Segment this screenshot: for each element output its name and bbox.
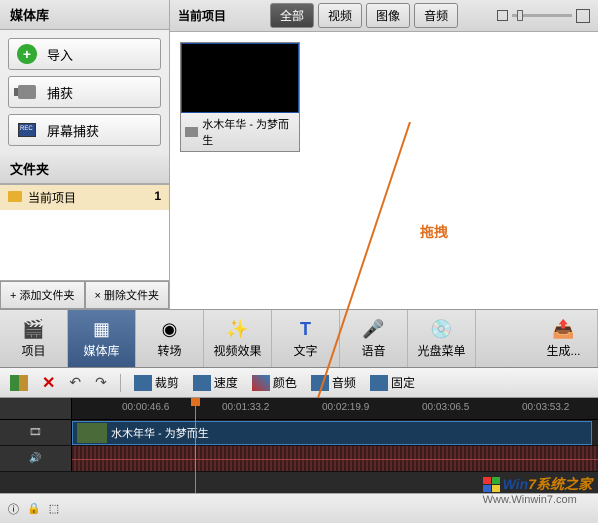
vfx-icon: ✨ bbox=[227, 318, 249, 340]
zoom-thumb[interactable] bbox=[517, 10, 523, 21]
media-thumbnail[interactable]: 水木年华 - 为梦而生 bbox=[180, 42, 300, 152]
mic-icon: 🎤 bbox=[363, 318, 385, 340]
separator bbox=[120, 374, 121, 392]
tab-video[interactable]: 视频 bbox=[318, 3, 362, 28]
camera-icon bbox=[17, 82, 37, 102]
time-mark: 00:02:19.9 bbox=[322, 402, 369, 413]
info-icon[interactable]: ⓘ bbox=[8, 501, 19, 517]
folder-icon bbox=[8, 191, 22, 202]
tab-image[interactable]: 图像 bbox=[366, 3, 410, 28]
time-mark: 00:01:33.2 bbox=[222, 402, 269, 413]
ruler-head bbox=[0, 398, 72, 419]
transition-icon: ◉ bbox=[159, 318, 181, 340]
project-title: 当前项目 bbox=[178, 7, 226, 24]
time-ruler[interactable]: 00:00:46.6 00:01:33.2 00:02:19.9 00:03:0… bbox=[72, 398, 598, 419]
tb-vfx[interactable]: ✨视频效果 bbox=[204, 310, 272, 367]
lock-icon[interactable]: 🔒 bbox=[27, 502, 41, 515]
capture-label: 捕获 bbox=[47, 83, 73, 102]
drag-annotation: 拖拽 bbox=[420, 222, 448, 242]
tab-all[interactable]: 全部 bbox=[270, 3, 314, 28]
audio-track-head[interactable]: 🔊 bbox=[0, 446, 72, 471]
folder-item-current[interactable]: 当前项目 1 bbox=[0, 185, 169, 210]
t2-crop[interactable]: 裁剪 bbox=[130, 372, 183, 393]
delete-folder-button[interactable]: × 删除文件夹 bbox=[85, 281, 170, 309]
folder-count: 1 bbox=[154, 189, 161, 206]
speaker-icon: 🔊 bbox=[29, 453, 41, 464]
capture-button[interactable]: 捕获 bbox=[8, 76, 161, 108]
watermark: Win7系统之家 Www.Winwin7.com bbox=[483, 474, 592, 506]
clip-thumb bbox=[77, 423, 107, 443]
t2-delete[interactable]: ✕ bbox=[38, 371, 59, 395]
video-icon bbox=[185, 127, 198, 137]
zoom-small-icon bbox=[497, 10, 508, 21]
disc-icon: 💿 bbox=[431, 318, 453, 340]
add-folder-button[interactable]: + 添加文件夹 bbox=[0, 281, 85, 309]
time-mark: 00:00:46.6 bbox=[122, 402, 169, 413]
screencap-label: 屏幕捕获 bbox=[47, 121, 99, 140]
media-lib-header: 媒体库 bbox=[0, 0, 169, 30]
import-button[interactable]: + 导入 bbox=[8, 38, 161, 70]
screen-capture-button[interactable]: 屏幕捕获 bbox=[8, 114, 161, 146]
color-icon bbox=[252, 375, 270, 391]
split-icon bbox=[10, 375, 28, 391]
playhead[interactable] bbox=[195, 398, 196, 493]
t2-freeze[interactable]: 固定 bbox=[366, 372, 419, 393]
time-mark: 00:03:06.5 bbox=[422, 402, 469, 413]
tb-disc[interactable]: 💿光盘菜单 bbox=[408, 310, 476, 367]
folders-header: 文件夹 bbox=[0, 154, 169, 184]
time-mark: 00:03:53.2 bbox=[522, 402, 569, 413]
tb-export[interactable]: 📤生成... bbox=[530, 310, 598, 367]
tb-media[interactable]: ▦媒体库 bbox=[68, 310, 136, 367]
audio-icon bbox=[311, 375, 329, 391]
t2-speed[interactable]: 速度 bbox=[189, 372, 242, 393]
tb-text[interactable]: T文字 bbox=[272, 310, 340, 367]
audio-clip[interactable] bbox=[72, 446, 598, 471]
folder-name: 当前项目 bbox=[28, 189, 76, 206]
thumbnail-image bbox=[181, 43, 299, 113]
thumbnail-title: 水木年华 - 为梦而生 bbox=[202, 116, 295, 148]
tb-transition[interactable]: ◉转场 bbox=[136, 310, 204, 367]
screen-rec-icon bbox=[17, 120, 37, 140]
tb-voice[interactable]: 🎤语音 bbox=[340, 310, 408, 367]
media-icon: ▦ bbox=[91, 318, 113, 340]
t2-color[interactable]: 颜色 bbox=[248, 372, 301, 393]
zoom-slider[interactable] bbox=[497, 9, 590, 23]
video-clip[interactable]: 水木年华 - 为梦而生 bbox=[72, 421, 592, 445]
export-icon: 📤 bbox=[553, 318, 575, 340]
zoom-large-icon bbox=[576, 9, 590, 23]
plus-icon: + bbox=[17, 44, 37, 64]
t2-undo[interactable]: ↶ bbox=[65, 372, 85, 393]
import-label: 导入 bbox=[47, 45, 73, 64]
video-track-head[interactable]: 🎞 bbox=[0, 420, 72, 445]
t2-redo[interactable]: ↷ bbox=[91, 372, 111, 393]
crop-icon bbox=[134, 375, 152, 391]
freeze-icon bbox=[370, 375, 388, 391]
settings-icon[interactable]: ⬚ bbox=[49, 502, 59, 515]
tb-project[interactable]: 🎬项目 bbox=[0, 310, 68, 367]
speed-icon bbox=[193, 375, 211, 391]
tab-audio[interactable]: 音频 bbox=[414, 3, 458, 28]
t2-split[interactable] bbox=[6, 373, 32, 393]
film-icon: 🎞 bbox=[29, 427, 42, 438]
project-icon: 🎬 bbox=[23, 318, 45, 340]
t2-audio[interactable]: 音频 bbox=[307, 372, 360, 393]
text-icon: T bbox=[295, 318, 317, 340]
